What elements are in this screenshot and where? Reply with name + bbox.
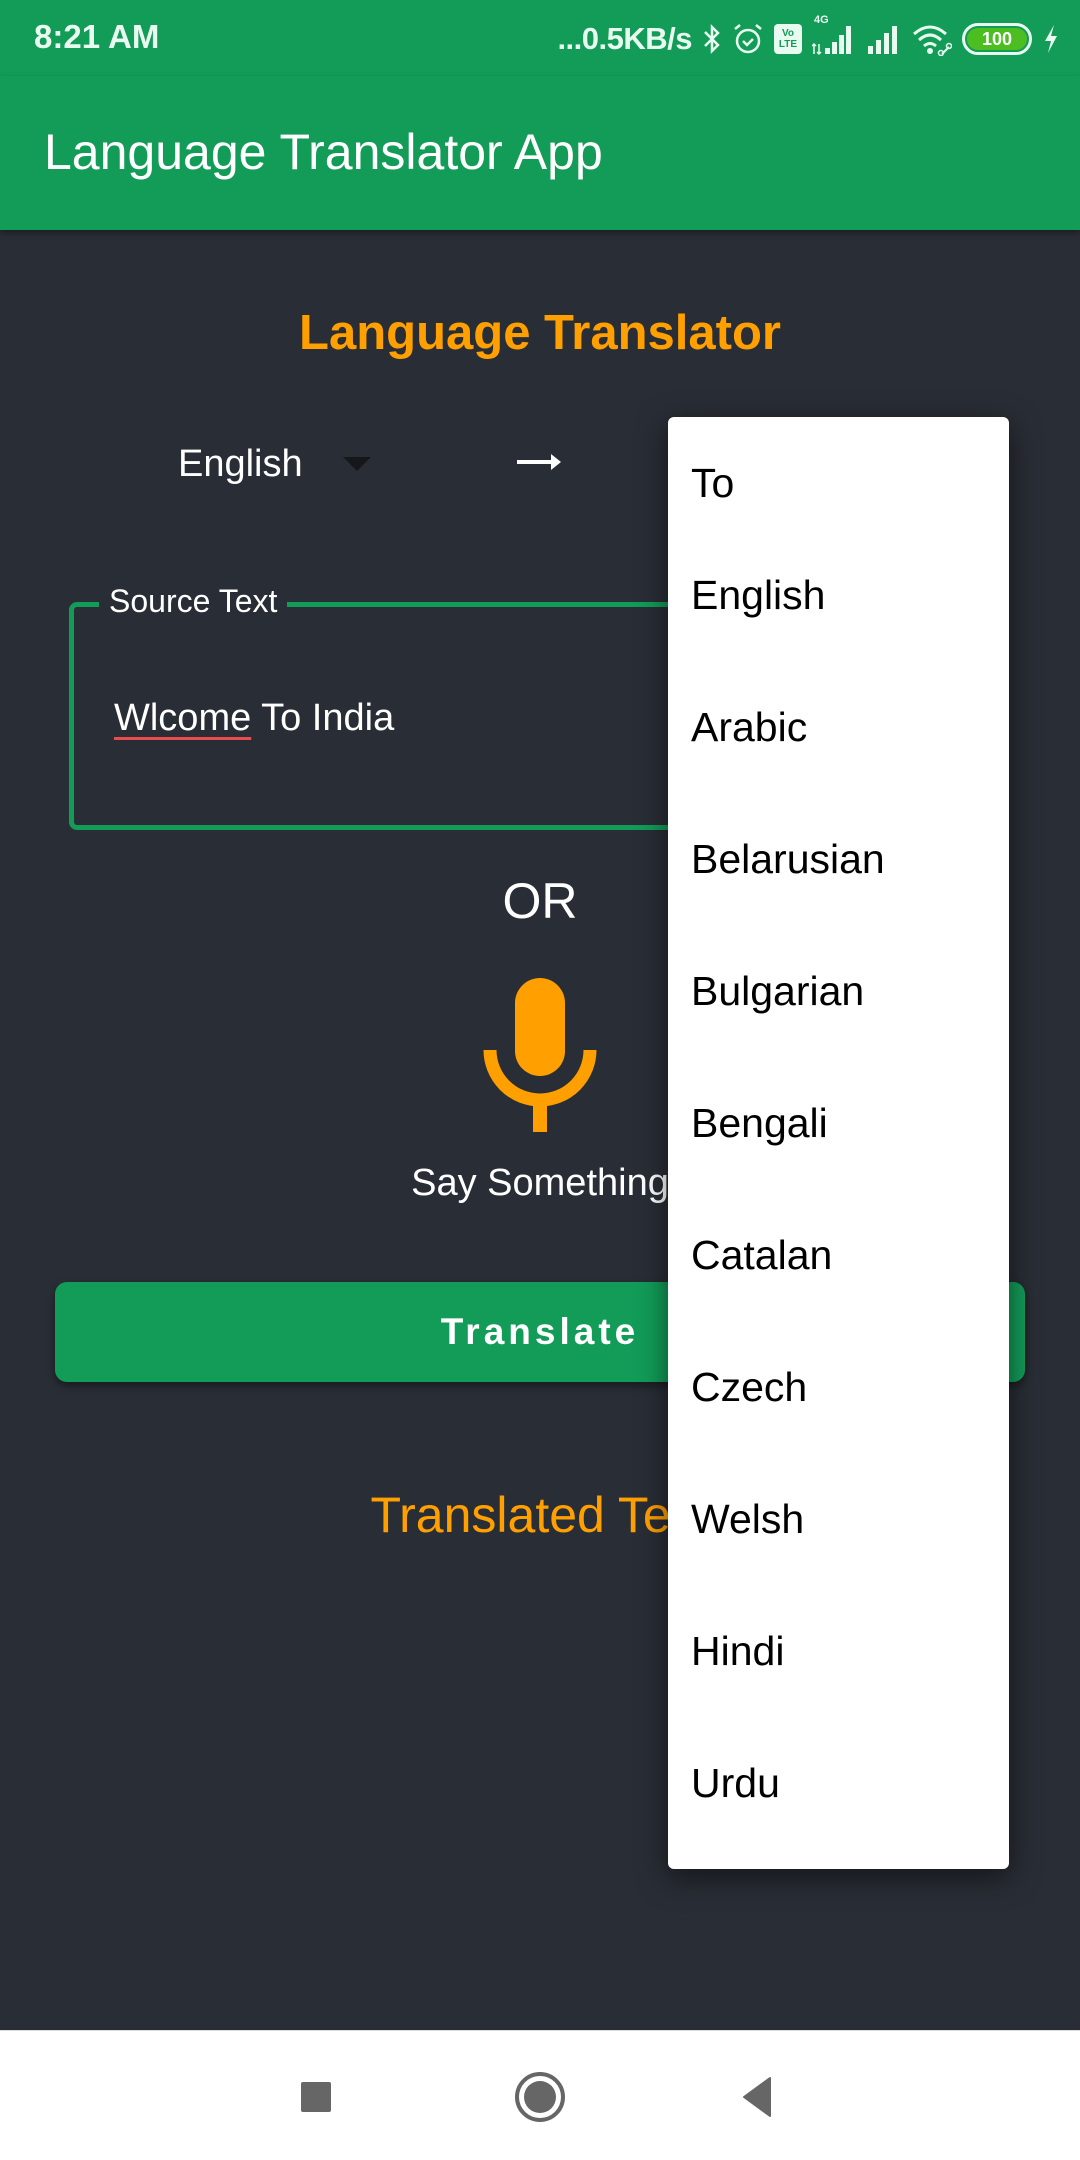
alarm-icon [732,22,764,56]
arrow-right-icon [517,454,561,470]
dropdown-item-bengali[interactable]: Bengali [668,1057,1009,1189]
volte-icon: Vo LTE [774,24,802,54]
back-button[interactable] [728,2067,788,2127]
from-language-spinner[interactable]: English [178,438,371,490]
page-heading: Language Translator [299,306,781,360]
dropdown-item-welsh[interactable]: Welsh [668,1453,1009,1585]
navigation-bar [0,2030,1080,2160]
recents-square-icon [301,2082,331,2112]
back-triangle-icon [743,2077,771,2117]
source-text-rest: To India [251,697,395,739]
dropdown-item-catalan[interactable]: Catalan [668,1189,1009,1321]
to-language-dropdown: To English Arabic Belarusian Bulgarian B… [668,417,1009,1869]
battery-icon: 100 [962,23,1032,55]
recents-button[interactable] [286,2067,346,2127]
source-text-input[interactable]: Wlcome To India [114,697,394,740]
status-bar: 8:21 AM ...0.5KB/s Vo LTE 4G 100 [0,0,1080,76]
microphone-icon[interactable] [483,978,597,1132]
battery-level: 100 [967,28,1027,50]
dropdown-item-bulgarian[interactable]: Bulgarian [668,925,1009,1057]
dropdown-item-english[interactable]: English [668,529,1009,661]
status-time: 8:21 AM [34,18,160,55]
dropdown-item-urdu[interactable]: Urdu [668,1717,1009,1849]
home-circle-icon [515,2072,565,2122]
status-icons: ...0.5KB/s Vo LTE 4G 100 [557,14,1060,64]
dropdown-caret-icon [342,457,371,471]
dropdown-item-to[interactable]: To [668,437,1009,529]
signal-icon [866,22,902,56]
misspelled-word: Wlcome [114,697,252,739]
app-bar: Language Translator App [0,76,1080,230]
dropdown-item-czech[interactable]: Czech [668,1321,1009,1453]
app-title: Language Translator App [44,124,603,180]
dropdown-item-belarusian[interactable]: Belarusian [668,793,1009,925]
network-speed: ...0.5KB/s [557,21,692,56]
wifi-icon [912,22,952,56]
dropdown-item-arabic[interactable]: Arabic [668,661,1009,793]
from-language-label: English [178,442,303,485]
bluetooth-icon [702,23,722,55]
charging-icon [1042,23,1060,55]
source-text-label: Source Text [99,583,288,620]
home-button[interactable] [510,2067,570,2127]
dropdown-item-hindi[interactable]: Hindi [668,1585,1009,1717]
signal-4g-icon: 4G [812,14,856,56]
